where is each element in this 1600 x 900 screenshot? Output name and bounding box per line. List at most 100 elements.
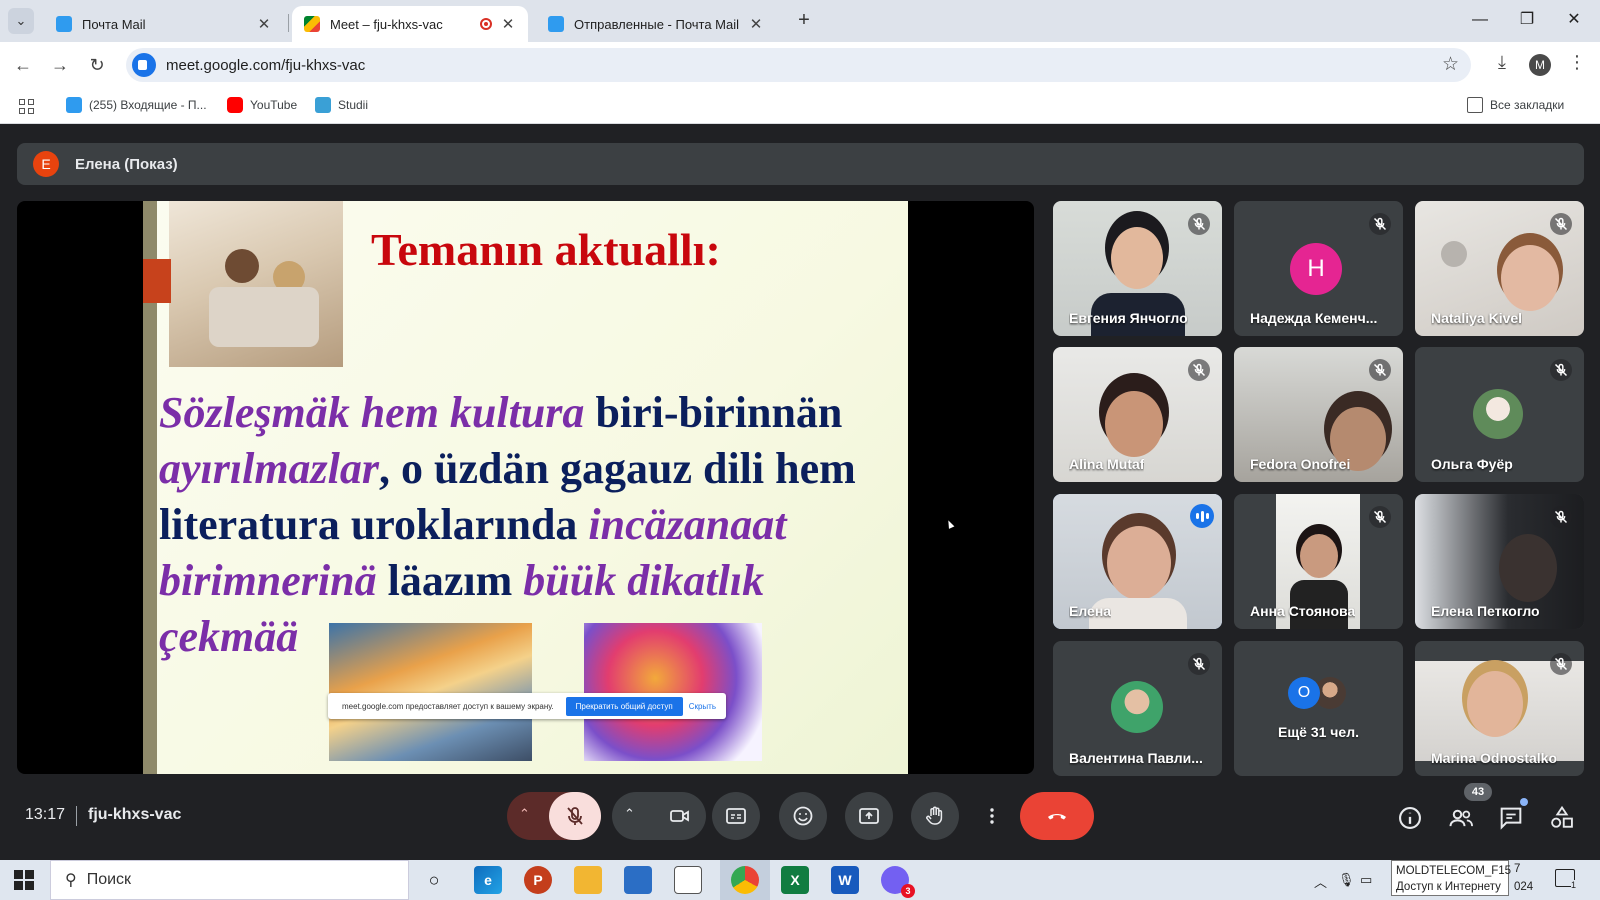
recording-icon <box>480 18 492 30</box>
presentation-stage: Temanın aktuallı: Sözleşmäk hem kultura … <box>17 201 1034 774</box>
participant-tile[interactable]: Alina Mutaf <box>1053 347 1222 482</box>
new-tab-button[interactable]: + <box>792 9 816 32</box>
tab-separator <box>288 14 289 32</box>
participant-tile[interactable]: Евгения Янчогло <box>1053 201 1222 336</box>
participant-name: Елена Петкогло <box>1431 603 1540 619</box>
file-explorer-icon[interactable] <box>574 866 602 894</box>
participant-tile-speaking[interactable]: Елена <box>1053 494 1222 629</box>
camera-toggle-button[interactable] <box>654 792 706 840</box>
mail-favicon-icon <box>56 16 72 32</box>
more-participants-tile[interactable]: O Ещё 31 чел. <box>1234 641 1403 776</box>
stop-sharing-button[interactable]: Прекратить общий доступ <box>565 696 683 716</box>
tab-search-button[interactable]: ⌄ <box>8 8 34 34</box>
bookmark-label: (255) Входящие - П... <box>89 98 207 112</box>
slide-red-accent <box>143 259 171 303</box>
chat-icon <box>1500 807 1522 830</box>
tray-chevron-icon[interactable]: ︿ <box>1314 872 1327 891</box>
participant-tile[interactable]: Ольга Фуёр <box>1415 347 1584 482</box>
speaking-indicator-icon <box>1190 504 1214 528</box>
mic-options-caret-icon[interactable]: ⌃ <box>519 806 530 822</box>
youtube-icon <box>227 97 243 113</box>
excel-icon[interactable]: X <box>781 866 809 894</box>
battery-icon[interactable]: ▭ <box>1360 872 1372 888</box>
activities-button[interactable] <box>1548 804 1576 832</box>
viber-icon[interactable]: 3 <box>881 866 915 898</box>
bookmark-star-icon[interactable]: ☆ <box>1442 53 1459 76</box>
participant-avatar <box>1473 389 1523 439</box>
download-icon[interactable]: ⤓ <box>1488 52 1516 73</box>
close-tab-icon[interactable]: ✕ <box>256 15 272 33</box>
restore-button[interactable]: ❐ <box>1507 6 1547 34</box>
mic-off-icon <box>1550 506 1572 528</box>
tab-pochta-mail[interactable]: Почта Mail ✕ <box>44 6 284 42</box>
present-screen-button[interactable] <box>845 792 893 840</box>
store-icon[interactable] <box>624 866 652 894</box>
windows-start-icon[interactable] <box>14 870 34 890</box>
people-button[interactable] <box>1447 804 1475 832</box>
bookmark-youtube[interactable]: YouTube <box>227 97 297 113</box>
forward-button[interactable]: → <box>47 52 73 78</box>
minimize-button[interactable]: — <box>1460 6 1500 34</box>
cortana-icon[interactable]: ○ <box>420 866 448 894</box>
address-bar[interactable]: meet.google.com/fju-khxs-vac ☆ <box>126 48 1471 82</box>
all-bookmarks[interactable]: Все закладки <box>1467 97 1564 113</box>
chrome-icon[interactable] <box>731 866 759 894</box>
raise-hand-button[interactable] <box>911 792 959 840</box>
clock-date: 024 <box>1514 881 1534 893</box>
more-options-button[interactable] <box>968 792 1016 840</box>
profile-avatar[interactable]: M <box>1529 54 1551 76</box>
taskbar-clock[interactable]: 7 024 <box>1514 860 1533 896</box>
slide-painting-image <box>329 623 532 761</box>
participant-tile[interactable]: Fedora Onofrei <box>1234 347 1403 482</box>
back-button[interactable]: ← <box>10 52 36 78</box>
mail-favicon-icon <box>548 16 564 32</box>
tab-meet[interactable]: Meet – fju-khxs-vac ✕ <box>292 6 528 42</box>
browser-menu-icon[interactable]: ⋮ <box>1563 52 1591 73</box>
mic-off-icon <box>1188 213 1210 235</box>
slide-text-part: Sözleşmäk hem kultura <box>159 388 585 437</box>
leave-call-button[interactable] <box>1020 792 1094 840</box>
bookmark-inbox[interactable]: (255) Входящие - П... <box>66 97 207 113</box>
microphone-group: ⌃ <box>507 792 601 840</box>
present-icon <box>859 808 879 824</box>
powerpoint-icon[interactable]: P <box>524 866 552 894</box>
site-info-icon[interactable] <box>132 53 156 77</box>
close-window-button[interactable]: ✕ <box>1554 6 1594 34</box>
bookmark-studii[interactable]: Studii <box>315 97 368 113</box>
participant-tile[interactable]: Елена Петкогло <box>1415 494 1584 629</box>
captions-button[interactable] <box>712 792 760 840</box>
participant-tile[interactable]: Nataliya Kivel <box>1415 201 1584 336</box>
hide-banner-button[interactable]: Скрыть <box>689 702 716 711</box>
mic-toggle-button[interactable] <box>549 792 601 840</box>
apps-grid-icon[interactable] <box>19 99 34 114</box>
reload-button[interactable]: ↻ <box>84 52 110 78</box>
edge-icon[interactable]: e <box>474 866 502 894</box>
word-icon[interactable]: W <box>831 866 859 894</box>
activities-icon <box>1551 805 1573 828</box>
reactions-button[interactable] <box>779 792 827 840</box>
tab-sent-mail[interactable]: Отправленные - Почта Mail ✕ <box>536 6 776 42</box>
info-icon <box>1399 807 1421 829</box>
notification-count: 1 <box>1571 880 1577 890</box>
network-name: MOLDTELECOM_F15 <box>1396 865 1512 877</box>
meeting-details-button[interactable] <box>1396 804 1424 832</box>
close-tab-icon[interactable]: ✕ <box>748 15 764 33</box>
browser-toolbar: ← → ↻ meet.google.com/fju-khxs-vac ☆ ⤓ M… <box>0 42 1600 88</box>
participants-count-badge: 43 <box>1464 783 1492 801</box>
chat-button[interactable] <box>1497 804 1525 832</box>
phone-hangup-icon <box>1048 814 1066 820</box>
more-vert-icon <box>990 808 994 824</box>
taskbar-search[interactable]: ⚲ Поиск <box>50 860 409 900</box>
mic-off-icon <box>1369 359 1391 381</box>
camera-options-caret-icon[interactable]: ⌃ <box>624 806 635 822</box>
participant-tile[interactable]: H Надежда Кеменч... <box>1234 201 1403 336</box>
mic-off-icon <box>1550 359 1572 381</box>
close-tab-icon[interactable]: ✕ <box>500 15 516 33</box>
participant-name: Alina Mutaf <box>1069 456 1145 472</box>
camera-icon <box>670 810 689 822</box>
participant-tile[interactable]: Анна Стоянова <box>1234 494 1403 629</box>
participant-tile[interactable]: Marina Odnostalko <box>1415 641 1584 776</box>
participant-avatar: H <box>1290 243 1342 295</box>
mail-app-icon[interactable] <box>674 866 702 894</box>
participant-tile[interactable]: Валентина Павли... <box>1053 641 1222 776</box>
